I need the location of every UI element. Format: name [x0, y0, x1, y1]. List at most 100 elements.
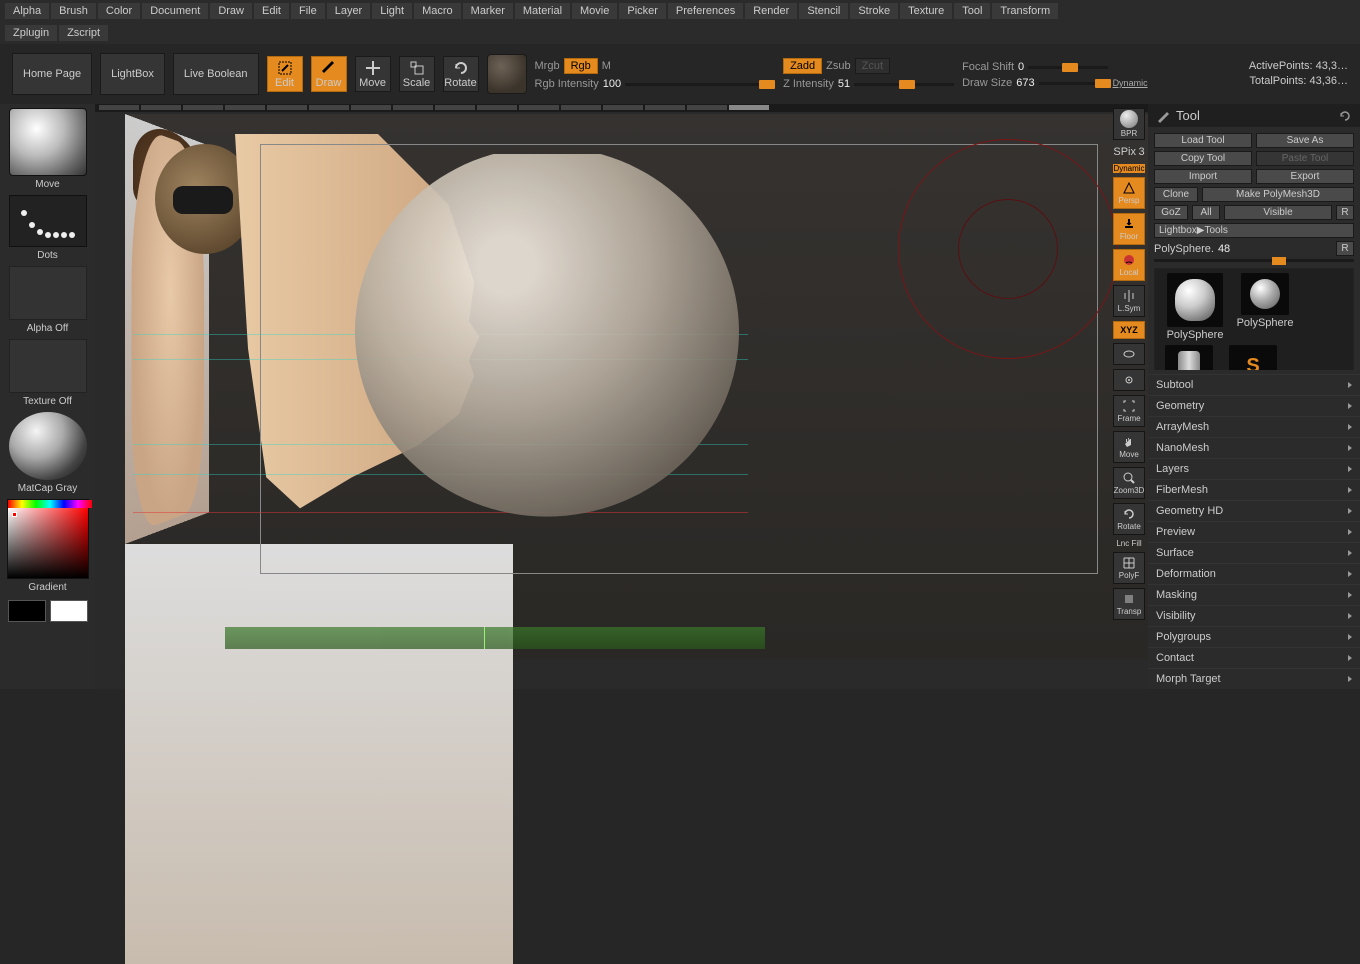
menu-picker[interactable]: Picker [619, 3, 666, 19]
sub-preview[interactable]: Preview [1148, 521, 1360, 542]
stroke-thumbnail[interactable] [9, 195, 87, 247]
sub-arraymesh[interactable]: ArrayMesh [1148, 416, 1360, 437]
zsub-toggle[interactable]: Zsub [826, 60, 850, 72]
menu-material[interactable]: Material [515, 3, 570, 19]
lightbox-tools-button[interactable]: Lightbox▶Tools [1154, 223, 1354, 238]
sculpt-mesh[interactable] [355, 154, 755, 524]
make-polymesh-button[interactable]: Make PolyMesh3D [1202, 187, 1354, 202]
material-thumbnail[interactable] [9, 412, 87, 480]
sub-morphtarget[interactable]: Morph Target [1148, 668, 1360, 689]
lightbox-button[interactable]: LightBox [100, 53, 165, 95]
menu-macro[interactable]: Macro [414, 3, 461, 19]
menu-zplugin[interactable]: Zplugin [5, 25, 57, 41]
polyf-button[interactable]: PolyF [1113, 552, 1145, 584]
rgb-toggle[interactable]: Rgb [564, 58, 598, 74]
z-intensity-slider[interactable] [854, 83, 954, 86]
sub-deformation[interactable]: Deformation [1148, 563, 1360, 584]
persp-button[interactable]: Persp [1113, 177, 1145, 209]
copy-tool-button[interactable]: Copy Tool [1154, 151, 1252, 166]
menu-document[interactable]: Document [142, 3, 208, 19]
lsym-button[interactable]: L.Sym [1113, 285, 1145, 317]
menu-edit[interactable]: Edit [254, 3, 289, 19]
spix-value[interactable]: 3 [1139, 146, 1145, 158]
clone-button[interactable]: Clone [1154, 187, 1198, 202]
draw-size-slider[interactable] [1039, 82, 1109, 85]
hue-strip[interactable] [8, 500, 92, 508]
menu-alpha[interactable]: Alpha [5, 3, 49, 19]
gizmo-button[interactable] [487, 54, 527, 94]
menu-file[interactable]: File [291, 3, 325, 19]
sub-subtool[interactable]: Subtool [1148, 374, 1360, 395]
goz-button[interactable]: GoZ [1154, 205, 1188, 220]
doc-tabs[interactable] [95, 104, 1148, 112]
vp-rotate-button[interactable]: Rotate [1113, 503, 1145, 535]
menu-movie[interactable]: Movie [572, 3, 617, 19]
menu-tool[interactable]: Tool [954, 3, 990, 19]
tool-panel-header[interactable]: Tool [1148, 104, 1360, 127]
m-toggle[interactable]: M [602, 60, 611, 72]
load-tool-button[interactable]: Load Tool [1154, 133, 1252, 148]
reload-icon[interactable] [1338, 109, 1352, 123]
menu-color[interactable]: Color [98, 3, 140, 19]
zcut-toggle[interactable]: Zcut [855, 58, 890, 74]
zoom3d-button[interactable]: Zoom3D [1113, 467, 1145, 499]
menu-preferences[interactable]: Preferences [668, 3, 743, 19]
sub-visibility[interactable]: Visibility [1148, 605, 1360, 626]
bpr-button[interactable]: BPR [1113, 108, 1145, 140]
sub-geometryhd[interactable]: Geometry HD [1148, 500, 1360, 521]
tool-simplebrush[interactable]: S SimpleBrush [1223, 345, 1283, 370]
brush-thumbnail[interactable] [9, 108, 87, 176]
menu-texture[interactable]: Texture [900, 3, 952, 19]
menu-brush[interactable]: Brush [51, 3, 96, 19]
dynamic-label[interactable]: Dynamic [1113, 164, 1145, 173]
sub-fibermesh[interactable]: FiberMesh [1148, 479, 1360, 500]
polysphere-r-button[interactable]: R [1336, 241, 1354, 256]
texture-thumbnail[interactable] [9, 339, 87, 393]
goz-visible-button[interactable]: Visible [1224, 205, 1332, 220]
menu-zscript[interactable]: Zscript [59, 25, 108, 41]
goz-r-button[interactable]: R [1336, 205, 1354, 220]
save-as-button[interactable]: Save As [1256, 133, 1354, 148]
menu-marker[interactable]: Marker [463, 3, 513, 19]
menu-render[interactable]: Render [745, 3, 797, 19]
rotate-mode-button[interactable]: Rotate [443, 56, 479, 92]
floor-button[interactable]: Floor [1113, 213, 1145, 245]
dynamic-toggle[interactable]: Dynamic [1113, 78, 1148, 88]
scale-mode-button[interactable]: Scale [399, 56, 435, 92]
sub-nanomesh[interactable]: NanoMesh [1148, 437, 1360, 458]
zadd-toggle[interactable]: Zadd [783, 58, 822, 74]
menu-draw[interactable]: Draw [210, 3, 252, 19]
gradient-label[interactable]: Gradient [28, 582, 66, 593]
transp-button[interactable]: Transp [1113, 588, 1145, 620]
export-button[interactable]: Export [1256, 169, 1354, 184]
home-page-button[interactable]: Home Page [12, 53, 92, 95]
menu-stroke[interactable]: Stroke [850, 3, 898, 19]
rotate-axis-button[interactable] [1113, 343, 1145, 365]
sub-surface[interactable]: Surface [1148, 542, 1360, 563]
vp-move-button[interactable]: Move [1113, 431, 1145, 463]
menu-transform[interactable]: Transform [992, 3, 1058, 19]
swatch-primary[interactable] [50, 600, 88, 622]
sub-masking[interactable]: Masking [1148, 584, 1360, 605]
rgb-intensity-slider[interactable] [625, 83, 775, 86]
tool-slider[interactable] [1154, 259, 1354, 262]
focal-shift-slider[interactable] [1028, 66, 1108, 69]
tool-polysphere-2[interactable]: PolySphere [1235, 273, 1295, 329]
center-button[interactable] [1113, 369, 1145, 391]
draw-mode-button[interactable]: Draw [311, 56, 347, 92]
goz-all-button[interactable]: All [1192, 205, 1220, 220]
import-button[interactable]: Import [1154, 169, 1252, 184]
alpha-thumbnail[interactable] [9, 266, 87, 320]
mrgb-toggle[interactable]: Mrgb [535, 60, 560, 72]
tool-polysphere-current[interactable]: PolySphere [1159, 273, 1231, 341]
viewport[interactable] [125, 114, 1148, 659]
frame-button[interactable]: Frame [1113, 395, 1145, 427]
edit-mode-button[interactable]: Edit [267, 56, 303, 92]
menu-light[interactable]: Light [372, 3, 412, 19]
local-button[interactable]: Local [1113, 249, 1145, 281]
tool-cylinder3d[interactable]: Cylinder3D [1159, 345, 1219, 370]
live-boolean-button[interactable]: Live Boolean [173, 53, 259, 95]
color-picker[interactable] [7, 499, 89, 579]
move-mode-button[interactable]: Move [355, 56, 391, 92]
xyz-button[interactable]: XYZ [1113, 321, 1145, 339]
